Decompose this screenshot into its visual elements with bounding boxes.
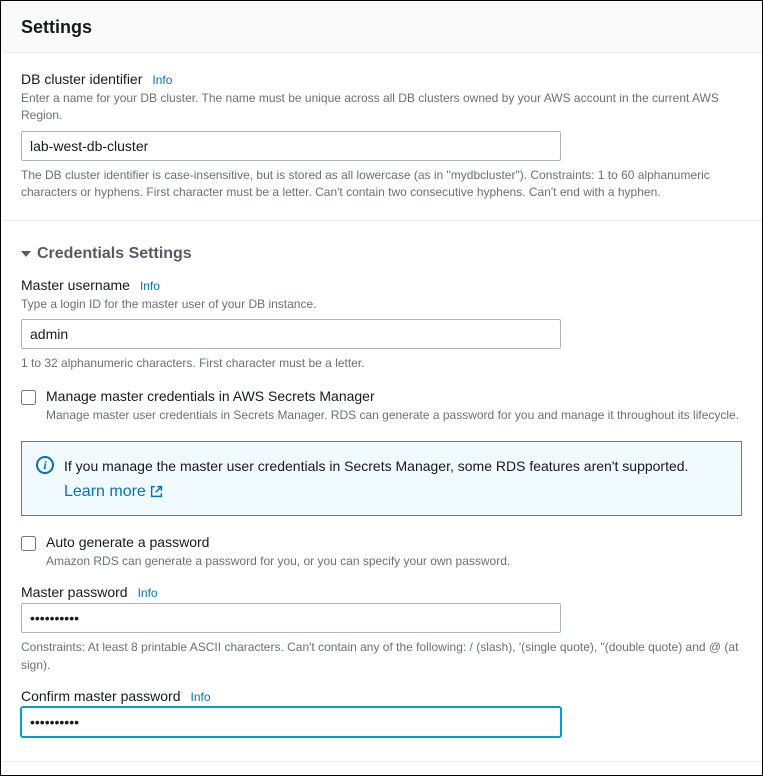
auto-generate-desc: Amazon RDS can generate a password for y…	[46, 554, 510, 568]
divider	[1, 220, 762, 221]
username-input[interactable]	[21, 319, 561, 349]
info-box-text: If you manage the master user credential…	[64, 456, 688, 477]
confirm-password-field: Confirm master password Info	[21, 688, 742, 737]
secrets-manager-desc: Manage master user credentials in Secret…	[46, 408, 739, 422]
panel-body: DB cluster identifier Info Enter a name …	[1, 53, 762, 761]
username-label: Master username	[21, 277, 130, 293]
cluster-id-desc: Enter a name for your DB cluster. The na…	[21, 90, 742, 125]
password-label: Master password	[21, 584, 128, 600]
username-field: Master username Info Type a login ID for…	[21, 277, 742, 373]
auto-generate-label: Auto generate a password	[46, 534, 742, 550]
learn-more-text: Learn more	[64, 483, 146, 501]
info-box-content: If you manage the master user credential…	[64, 456, 688, 501]
cluster-id-label: DB cluster identifier	[21, 71, 142, 87]
confirm-password-info-link[interactable]: Info	[191, 690, 211, 704]
password-input[interactable]	[21, 603, 561, 633]
password-field: Master password Info Constraints: At lea…	[21, 584, 742, 674]
password-label-row: Master password Info	[21, 584, 742, 600]
cluster-id-info-link[interactable]: Info	[152, 73, 172, 87]
info-box: i If you manage the master user credenti…	[21, 441, 742, 516]
cluster-id-input[interactable]	[21, 131, 561, 161]
confirm-password-label-row: Confirm master password Info	[21, 688, 742, 704]
cluster-id-label-row: DB cluster identifier Info	[21, 71, 742, 87]
credentials-section-toggle[interactable]: Credentials Settings	[21, 245, 742, 263]
password-constraint: Constraints: At least 8 printable ASCII …	[21, 639, 742, 674]
panel-title: Settings	[21, 17, 742, 38]
caret-down-icon	[21, 251, 31, 257]
auto-generate-row: Auto generate a password Amazon RDS can …	[21, 534, 742, 570]
cluster-id-constraint: The DB cluster identifier is case-insens…	[21, 167, 742, 202]
auto-generate-checkbox[interactable]	[21, 536, 36, 551]
learn-more-link[interactable]: Learn more	[64, 483, 163, 501]
cluster-id-field: DB cluster identifier Info Enter a name …	[21, 71, 742, 202]
username-constraint: 1 to 32 alphanumeric characters. First c…	[21, 355, 742, 372]
secrets-manager-row: Manage master credentials in AWS Secrets…	[21, 388, 742, 424]
credentials-section-title: Credentials Settings	[37, 245, 192, 263]
secrets-manager-label: Manage master credentials in AWS Secrets…	[46, 388, 742, 404]
settings-panel: Settings DB cluster identifier Info Ente…	[1, 1, 762, 762]
username-info-link[interactable]: Info	[140, 279, 160, 293]
confirm-password-input[interactable]	[21, 707, 561, 737]
password-info-link[interactable]: Info	[138, 586, 158, 600]
secrets-manager-content: Manage master credentials in AWS Secrets…	[46, 388, 742, 424]
username-desc: Type a login ID for the master user of y…	[21, 296, 742, 313]
auto-generate-content: Auto generate a password Amazon RDS can …	[46, 534, 742, 570]
confirm-password-label: Confirm master password	[21, 688, 181, 704]
panel-header: Settings	[1, 1, 762, 53]
secrets-manager-checkbox[interactable]	[21, 390, 36, 405]
username-label-row: Master username Info	[21, 277, 742, 293]
info-icon: i	[36, 456, 54, 474]
external-link-icon	[150, 485, 163, 498]
